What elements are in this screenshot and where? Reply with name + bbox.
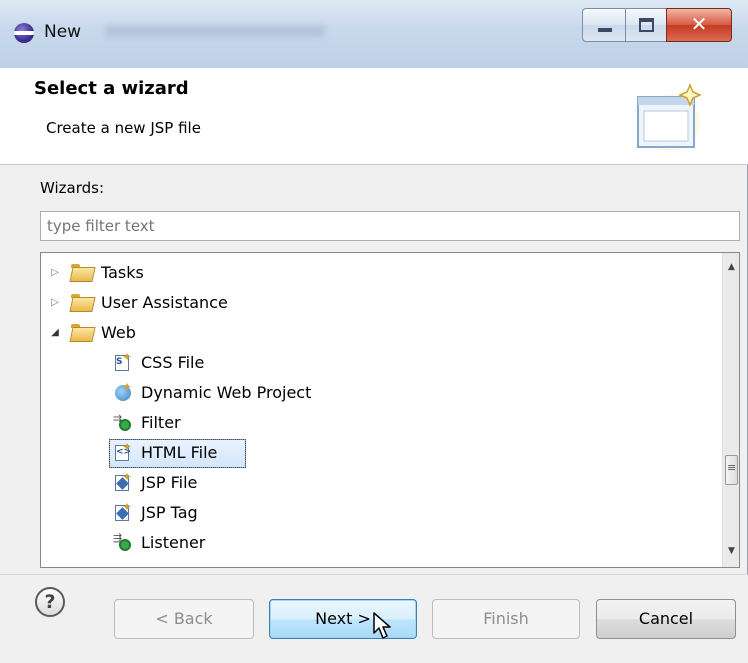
tree-item-label: CSS File [141, 352, 205, 372]
listener-icon: ⇶ [113, 532, 133, 552]
scroll-down-arrow-icon[interactable]: ▼ [723, 543, 739, 560]
tree-item-label: HTML File [141, 442, 218, 462]
tree-item-listener[interactable]: ⇶ Listener [113, 527, 205, 557]
minimize-button[interactable] [582, 8, 626, 42]
servlet-icon [113, 562, 133, 567]
maximize-button[interactable] [625, 8, 667, 42]
tree-item-label: User Assistance [101, 292, 228, 312]
tree-item-jsp-tag[interactable]: ✦ JSP Tag [113, 497, 198, 527]
tree-item-label: Listener [141, 532, 206, 552]
filter-input[interactable] [40, 211, 740, 241]
mouse-cursor-icon [373, 612, 391, 639]
jsp-tag-icon: ✦ [113, 500, 133, 522]
tree-item-user-assistance[interactable]: ▷ User Assistance [49, 287, 228, 317]
scroll-up-arrow-icon[interactable]: ▲ [723, 259, 739, 276]
folder-icon [71, 264, 93, 280]
wizard-tree[interactable]: ▷ Tasks ▷ User Assistance ◢ Web S ✦ CSS F… [40, 252, 740, 568]
tree-item-label: JSP File [141, 472, 198, 492]
back-button[interactable]: < Back [114, 599, 254, 639]
tree-item-filter[interactable]: ⇉ Filter [113, 407, 181, 437]
tree-item-label: Web [101, 322, 136, 342]
expand-arrow-icon[interactable]: ▷ [49, 297, 61, 308]
help-button[interactable]: ? [35, 587, 65, 617]
close-icon: ✕ [690, 12, 708, 36]
tree-item-jsp-file[interactable]: ✦ JSP File [113, 467, 197, 497]
tree-item-tasks[interactable]: ▷ Tasks [49, 257, 144, 287]
button-bar: ? < Back Next > Finish Cancel [0, 574, 748, 663]
wizards-label: Wizards: [40, 179, 105, 197]
tree-item-label: Filter [141, 412, 181, 432]
jsp-file-icon: ✦ [113, 470, 133, 492]
page-title: Select a wizard [34, 78, 189, 99]
page-description: Create a new JSP file [46, 119, 201, 137]
tree-item-label: Dynamic Web Project [141, 382, 312, 402]
tree-item-label: Tasks [101, 262, 144, 282]
scroll-thumb[interactable] [725, 455, 738, 485]
tree-item-html-file[interactable]: <> ✦ HTML File [113, 437, 217, 467]
folder-open-icon [71, 324, 93, 340]
cancel-button[interactable]: Cancel [596, 599, 736, 639]
css-file-icon: S ✦ [113, 350, 133, 372]
folder-icon [71, 294, 93, 310]
title-bar[interactable]: New ✕ [0, 0, 748, 68]
html-file-icon: <> ✦ [113, 440, 133, 462]
new-wizard-dialog: New ✕ Select a wizard Create a new JSP f… [0, 0, 748, 663]
window-title: New [44, 22, 82, 42]
minimize-icon [598, 28, 612, 32]
expand-arrow-icon[interactable]: ▷ [49, 267, 61, 278]
tree-scrollbar[interactable]: ▲ ▼ [722, 253, 739, 567]
dynamic-web-project-icon: ✦ [113, 380, 133, 402]
tree-item-css-file[interactable]: S ✦ CSS File [113, 347, 204, 377]
wizard-banner: Select a wizard Create a new JSP file [0, 68, 748, 165]
blurred-background-menu [105, 25, 325, 37]
close-button[interactable]: ✕ [666, 8, 732, 42]
tree-item-web[interactable]: ◢ Web [49, 317, 136, 347]
eclipse-logo-icon [14, 23, 34, 43]
tree-item-label: JSP Tag [141, 502, 198, 522]
new-wizard-banner-icon [637, 83, 702, 151]
collapse-arrow-icon[interactable]: ◢ [49, 327, 61, 338]
maximize-icon [639, 18, 654, 32]
finish-button[interactable]: Finish [432, 599, 580, 639]
tree-item-dynamic-web-project[interactable]: ✦ Dynamic Web Project [113, 377, 311, 407]
tree-item-partially-hidden[interactable] [113, 557, 141, 567]
filter-icon: ⇉ [113, 412, 133, 432]
